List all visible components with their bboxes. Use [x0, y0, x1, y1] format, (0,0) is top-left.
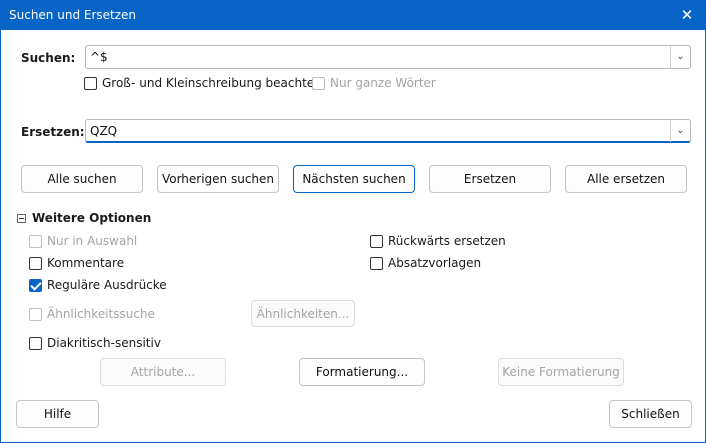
comments-label: Kommentare [47, 256, 125, 270]
find-previous-button[interactable]: Vorherigen suchen [157, 165, 279, 193]
current-selection-label: Nur in Auswahl [47, 234, 138, 248]
replace-backwards-label: Rückwärts ersetzen [388, 234, 506, 248]
paragraph-styles-checkbox[interactable]: Absatzvorlagen [370, 256, 481, 270]
attributes-button[interactable]: Attribute... [100, 358, 226, 386]
help-button[interactable]: Hilfe [16, 400, 99, 428]
find-all-button[interactable]: Alle suchen [21, 165, 143, 193]
title-bar: Suchen und Ersetzen ✕ [0, 0, 706, 30]
search-combobox[interactable]: ⌄ [85, 45, 691, 69]
regular-expressions-checkbox[interactable]: Reguläre Ausdrücke [29, 278, 167, 292]
more-options-title: Weitere Optionen [32, 211, 152, 225]
replace-combobox[interactable]: ⌄ [85, 119, 691, 143]
checkbox-box[interactable] [312, 76, 325, 90]
diacritics-label: Diakritisch-sensitiv [47, 336, 161, 350]
regular-expressions-label: Reguläre Ausdrücke [47, 278, 167, 292]
collapse-icon[interactable] [17, 213, 26, 223]
checkbox-box[interactable] [29, 256, 42, 270]
search-label: Suchen: [21, 51, 76, 65]
similarity-search-label: Ähnlichkeitssuche [47, 307, 155, 321]
checkbox-box[interactable] [29, 336, 42, 350]
replace-all-button[interactable]: Alle ersetzen [565, 165, 687, 193]
similarities-button[interactable]: Ähnlichkeiten... [251, 300, 355, 327]
checkbox-box[interactable] [29, 234, 42, 248]
window-title: Suchen und Ersetzen [9, 8, 137, 22]
paragraph-styles-label: Absatzvorlagen [388, 256, 482, 270]
checkbox-box[interactable] [29, 307, 42, 321]
chevron-down-icon[interactable]: ⌄ [670, 120, 690, 142]
replace-backwards-checkbox[interactable]: Rückwärts ersetzen [370, 234, 506, 248]
checkbox-box[interactable] [29, 278, 42, 292]
replace-button[interactable]: Ersetzen [429, 165, 551, 193]
format-button[interactable]: Formatierung... [299, 358, 425, 386]
similarity-search-checkbox[interactable]: Ähnlichkeitssuche [29, 307, 155, 321]
comments-checkbox[interactable]: Kommentare [29, 256, 124, 270]
replace-label: Ersetzen: [21, 125, 85, 139]
find-next-button[interactable]: Nächsten suchen [293, 165, 415, 193]
close-icon[interactable]: ✕ [668, 0, 706, 30]
whole-words-checkbox[interactable]: Nur ganze Wörter [312, 76, 436, 90]
match-case-checkbox[interactable]: Groß- und Kleinschreibung beachten [84, 76, 322, 90]
whole-words-label: Nur ganze Wörter [330, 76, 436, 90]
more-options-toggle[interactable]: Weitere Optionen [17, 211, 151, 225]
current-selection-checkbox[interactable]: Nur in Auswahl [29, 234, 137, 248]
checkbox-box[interactable] [370, 234, 383, 248]
diacritics-checkbox[interactable]: Diakritisch-sensitiv [29, 336, 161, 350]
search-input[interactable] [86, 46, 670, 68]
checkbox-box[interactable] [84, 76, 97, 90]
chevron-down-icon[interactable]: ⌄ [670, 46, 690, 68]
close-button[interactable]: Schließen [609, 400, 692, 428]
replace-input[interactable] [86, 120, 670, 142]
checkbox-box[interactable] [370, 256, 383, 270]
no-format-button[interactable]: Keine Formatierung [498, 358, 624, 386]
match-case-label: Groß- und Kleinschreibung beachten [102, 76, 322, 90]
dialog-body: Suchen: ⌄ Groß- und Kleinschreibung beac… [0, 30, 706, 443]
